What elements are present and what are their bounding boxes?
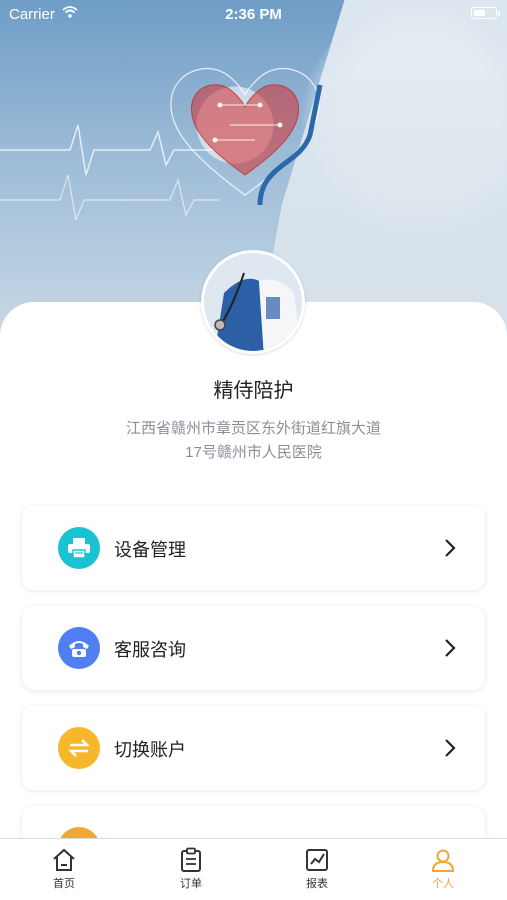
tab-label: 订单: [180, 878, 202, 890]
status-bar: Carrier 2:36 PM: [0, 0, 507, 28]
avatar[interactable]: [201, 250, 305, 354]
switch-account-item[interactable]: 切换账户: [22, 706, 485, 790]
home-icon: [53, 848, 75, 871]
tab-label: 个人: [432, 878, 454, 890]
swap-icon: [58, 727, 100, 769]
person-icon: [431, 849, 455, 872]
hospital-address: 江西省赣州市章贡区东外街道红旗大道17号赣州市人民医院: [125, 420, 381, 461]
tab-home[interactable]: 首页: [24, 847, 104, 891]
profile-screen: Carrier 2:36 PM 精侍陪护 江西省赣州市章贡区东外街道红旗大道17…: [0, 0, 507, 900]
customer-service-item[interactable]: 客服咨询: [22, 606, 485, 690]
battery-icon: [471, 7, 500, 19]
menu-item-label: 客服咨询: [114, 640, 186, 660]
tab-reports[interactable]: 报表: [277, 847, 357, 891]
tab-label: 首页: [53, 878, 75, 890]
menu-item-label: 设备管理: [114, 540, 186, 560]
clock-time: 2:36 PM: [225, 6, 282, 23]
circuit-heart-graphic: [170, 68, 323, 205]
tab-bar: 首页 订单 报表 个人: [0, 838, 507, 900]
device-management-item[interactable]: 设备管理: [22, 506, 485, 590]
hospital-name: 精侍陪护: [213, 380, 294, 402]
menu-item-label: 切换账户: [114, 740, 186, 760]
chevron-right-icon: [445, 739, 456, 757]
clipboard-icon: [181, 847, 201, 872]
tab-orders[interactable]: 订单: [151, 847, 231, 891]
tab-label: 报表: [306, 878, 328, 890]
chevron-right-icon: [445, 539, 456, 557]
tab-profile[interactable]: 个人: [403, 847, 483, 891]
phone-icon: [58, 627, 100, 669]
chevron-right-icon: [445, 639, 456, 657]
printer-icon: [58, 527, 100, 569]
chart-icon: [306, 849, 328, 871]
battery-level-fill: [473, 9, 485, 16]
